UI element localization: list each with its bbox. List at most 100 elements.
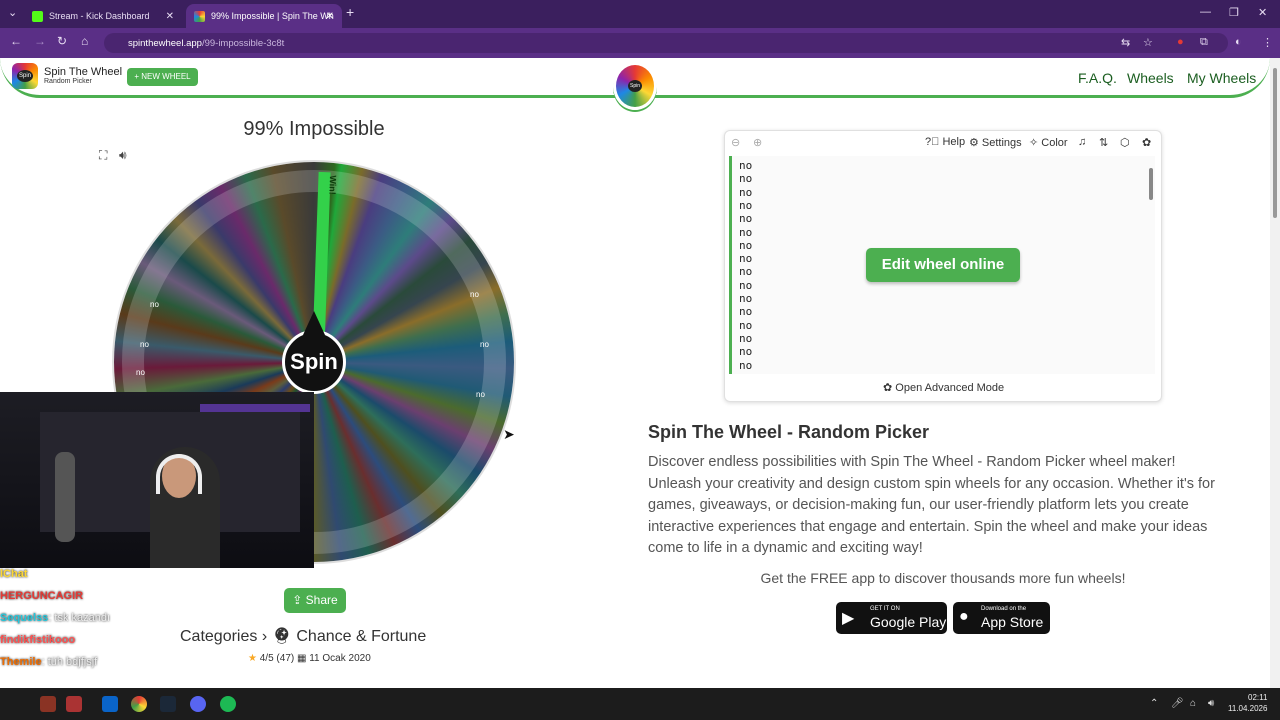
nav-faq[interactable]: F.A.Q. bbox=[1078, 70, 1117, 86]
site-logo[interactable]: Spin bbox=[12, 63, 38, 89]
share-button[interactable]: ⇪ Share bbox=[284, 588, 346, 613]
color-button[interactable]: ✧ Color bbox=[1029, 136, 1068, 149]
help-icon: ?⃝ bbox=[925, 136, 943, 148]
tab-kick[interactable]: Stream - Kick Dashboard ✕ bbox=[24, 4, 182, 28]
close-icon[interactable]: ✕ bbox=[166, 11, 174, 22]
mouse-cursor-icon: ➤ bbox=[503, 426, 515, 442]
entry-line: no bbox=[739, 252, 753, 266]
tab-kick-label: Stream - Kick Dashboard bbox=[49, 11, 150, 21]
app-store-button[interactable]: ● Download on the App Store bbox=[953, 602, 1050, 634]
chat-line: HERGUNCAGIR bbox=[0, 590, 180, 612]
spotify-icon[interactable] bbox=[220, 696, 236, 712]
center-logo[interactable]: Spin bbox=[613, 62, 657, 110]
taskbar-app-icon[interactable] bbox=[40, 696, 56, 712]
home-icon[interactable]: ⌂ bbox=[81, 34, 88, 48]
page-scrollbar[interactable] bbox=[1270, 58, 1280, 688]
tab-spin-label: 99% Impossible | Spin The Wh bbox=[211, 11, 334, 21]
rating: 4/5 (47) bbox=[259, 653, 295, 664]
calendar-icon: ▦ bbox=[297, 653, 307, 664]
chat-line: lChat bbox=[0, 568, 180, 590]
brand-subtitle: Random Picker bbox=[44, 78, 92, 85]
close-icon[interactable]: ✕ bbox=[326, 11, 334, 22]
share-icon: ⇪ bbox=[292, 593, 306, 607]
chevron-right-icon: › bbox=[261, 628, 272, 645]
entry-line: no bbox=[739, 358, 753, 372]
category-link[interactable]: Chance & Fortune bbox=[296, 628, 426, 645]
volume-icon[interactable]: 🔊︎ bbox=[1208, 698, 1214, 709]
nav-wheels[interactable]: Wheels bbox=[1127, 70, 1174, 86]
cube-icon[interactable]: ⬡ bbox=[1120, 136, 1130, 149]
discord-icon[interactable] bbox=[190, 696, 206, 712]
open-advanced-mode-link[interactable]: ✿ Open Advanced Mode bbox=[883, 381, 1004, 394]
settings-label: Settings bbox=[981, 137, 1022, 149]
music-icon[interactable]: ♫ bbox=[1078, 136, 1086, 148]
nav-my-wheels[interactable]: My Wheels bbox=[1187, 70, 1256, 86]
clock-time: 02:11 bbox=[1248, 693, 1268, 702]
restore-icon[interactable]: ❐ bbox=[1229, 6, 1239, 19]
help-button[interactable]: ?⃝ Help bbox=[925, 136, 965, 148]
chat-line: Themile: tüh bdjfjsjf bbox=[0, 656, 180, 678]
translate-icon[interactable]: ⇆ bbox=[1121, 36, 1130, 49]
tab-search-icon[interactable]: ⌄ bbox=[8, 6, 17, 19]
wheel-entry-label: no bbox=[140, 340, 149, 349]
palette-icon[interactable]: ✿ bbox=[1142, 136, 1151, 149]
chat-line: Sequelss: tsk kazandı bbox=[0, 612, 180, 634]
back-icon[interactable]: ← bbox=[10, 34, 22, 48]
system-clock[interactable]: 02:11 11.04.2026 bbox=[1228, 692, 1267, 714]
categories-label[interactable]: Categories bbox=[180, 628, 257, 645]
sound-icon[interactable]: 🔊︎ bbox=[119, 148, 127, 163]
extension-icon[interactable]: ● bbox=[1177, 36, 1184, 48]
new-tab-icon[interactable]: + bbox=[346, 4, 354, 20]
chevron-up-icon[interactable]: ⌃ bbox=[1150, 698, 1158, 709]
google-play-button[interactable]: ▶ GET IT ON Google Play bbox=[836, 602, 947, 634]
page-scrollbar-thumb[interactable] bbox=[1273, 68, 1277, 218]
microphone-icon[interactable]: 🎤︎ bbox=[1171, 698, 1184, 709]
new-wheel-button[interactable]: + NEW WHEEL bbox=[127, 68, 198, 86]
entry-line: no bbox=[739, 212, 753, 226]
entry-line: no bbox=[739, 305, 753, 319]
tab-spin[interactable]: 99% Impossible | Spin The Wh ✕ bbox=[186, 4, 342, 28]
wheel-title: 99% Impossible bbox=[243, 118, 385, 140]
spin-favicon bbox=[194, 10, 205, 22]
taskbar-app-icon[interactable] bbox=[66, 696, 82, 712]
palette-icon: ✿ bbox=[883, 382, 896, 394]
url-input[interactable]: spinthewheel.app/99-impossible-3c8t bbox=[104, 33, 1228, 53]
undo-icon[interactable]: ⊖ bbox=[731, 136, 740, 149]
entries-scrollbar[interactable] bbox=[1147, 160, 1155, 370]
chat-line: findikfistikooo bbox=[0, 634, 180, 656]
fullscreen-icon[interactable]: ⛶ bbox=[99, 148, 107, 163]
forward-icon[interactable]: → bbox=[34, 34, 46, 48]
edit-wheel-online-button[interactable]: Edit wheel online bbox=[866, 248, 1020, 282]
entry-line: no bbox=[739, 198, 753, 212]
chat-user: Themile bbox=[0, 656, 42, 668]
extensions-puzzle-icon[interactable]: ⧉ bbox=[1200, 36, 1208, 49]
wheel-entry-label: no bbox=[480, 340, 489, 349]
url-path: /99-impossible-3c8t bbox=[201, 38, 285, 49]
outlook-icon[interactable] bbox=[102, 696, 118, 712]
menu-icon[interactable]: ⋮ bbox=[1262, 36, 1273, 49]
brand-name[interactable]: Spin The Wheel bbox=[44, 66, 122, 78]
gear-icon: ⚙ bbox=[969, 137, 982, 149]
redo-icon[interactable]: ⊕ bbox=[753, 136, 762, 149]
entries-scrollbar-thumb[interactable] bbox=[1149, 168, 1153, 200]
play-store-icon: ▶ bbox=[842, 610, 855, 627]
entry-line: no bbox=[739, 225, 753, 239]
webcam-overlay bbox=[0, 392, 314, 568]
led-light bbox=[200, 404, 310, 412]
chat-message: : tüh bdjfjsjf bbox=[41, 656, 98, 668]
profile-avatar[interactable]: ◐ bbox=[1235, 36, 1242, 48]
apple-icon: ● bbox=[959, 608, 969, 625]
entry-line: no bbox=[739, 185, 753, 199]
chat-user: HERGUNCAGIR bbox=[0, 590, 84, 602]
network-icon[interactable]: ⌂ bbox=[1190, 698, 1196, 709]
bookmark-star-icon[interactable]: ☆ bbox=[1143, 36, 1153, 49]
window-close-icon[interactable]: ✕ bbox=[1258, 6, 1267, 19]
sort-icon[interactable]: ⇅ bbox=[1099, 136, 1108, 149]
chrome-icon[interactable] bbox=[131, 696, 147, 712]
settings-button[interactable]: ⚙ Settings bbox=[969, 136, 1022, 149]
minimize-icon[interactable]: — bbox=[1200, 6, 1211, 18]
spin-button[interactable]: Spin bbox=[282, 311, 346, 394]
reload-icon[interactable]: ↻ bbox=[57, 34, 67, 48]
apple-bottom: App Store bbox=[981, 614, 1044, 630]
steam-icon[interactable] bbox=[160, 696, 176, 712]
